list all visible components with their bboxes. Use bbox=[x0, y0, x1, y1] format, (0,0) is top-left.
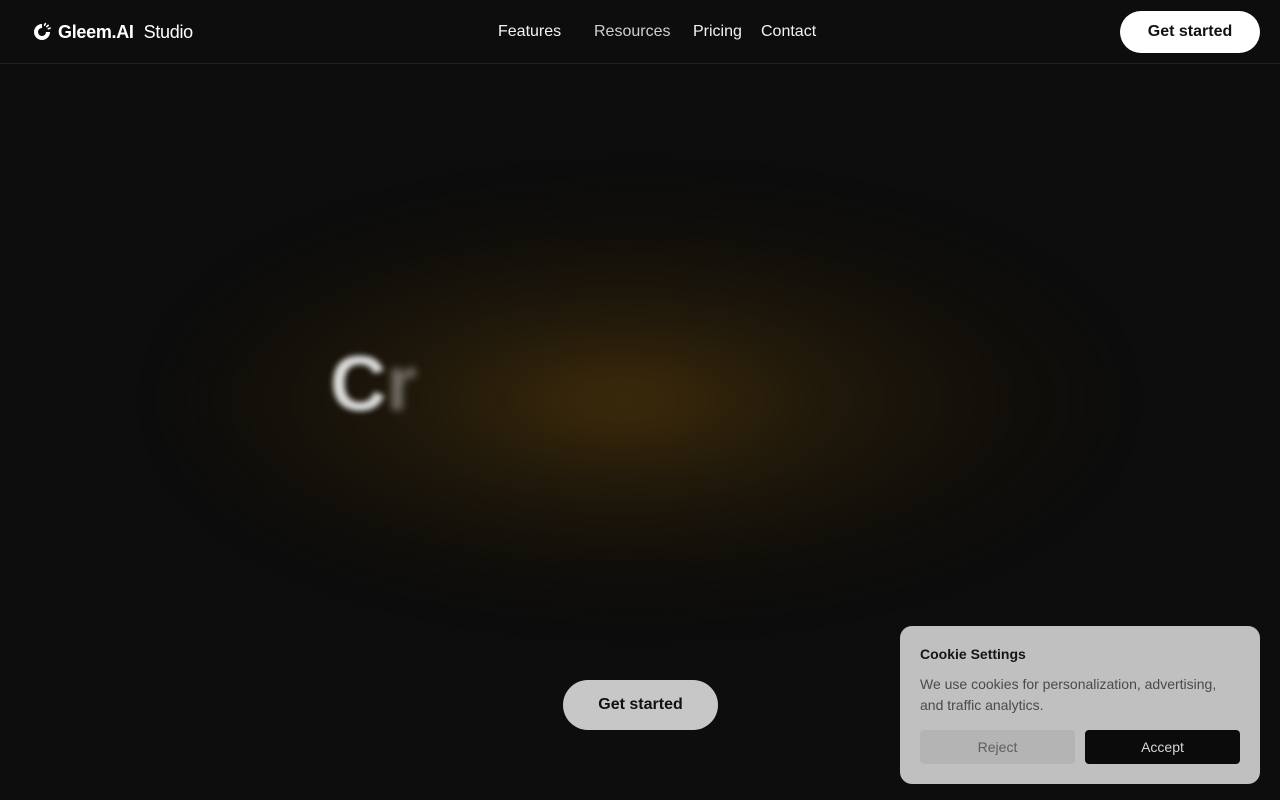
cookie-title: Cookie Settings bbox=[920, 646, 1026, 662]
cookie-banner: Cookie Settings We use cookies for perso… bbox=[900, 626, 1260, 784]
nav-pricing[interactable]: Pricing bbox=[693, 22, 742, 42]
hero-headline: Cr bbox=[330, 338, 417, 428]
hero-letter: r bbox=[386, 339, 417, 427]
get-started-button-header[interactable]: Get started bbox=[1120, 11, 1260, 53]
get-started-button-hero[interactable]: Get started bbox=[563, 680, 718, 730]
hero-letter: C bbox=[330, 339, 387, 427]
top-navbar: Gleem.AI Studio Features Resources Prici… bbox=[0, 0, 1280, 64]
nav-features[interactable]: Features bbox=[498, 22, 561, 42]
nav-contact[interactable]: Contact bbox=[761, 22, 816, 42]
accept-button[interactable]: Accept bbox=[1085, 730, 1240, 764]
cookie-actions: Reject Accept bbox=[920, 730, 1240, 764]
reject-button[interactable]: Reject bbox=[920, 730, 1075, 764]
main-menu: Features Resources Pricing Contact bbox=[0, 22, 1280, 42]
cookie-description: We use cookies for personalization, adve… bbox=[920, 676, 1217, 713]
nav-resources[interactable]: Resources bbox=[594, 22, 670, 42]
hero-glow bbox=[180, 200, 1100, 600]
